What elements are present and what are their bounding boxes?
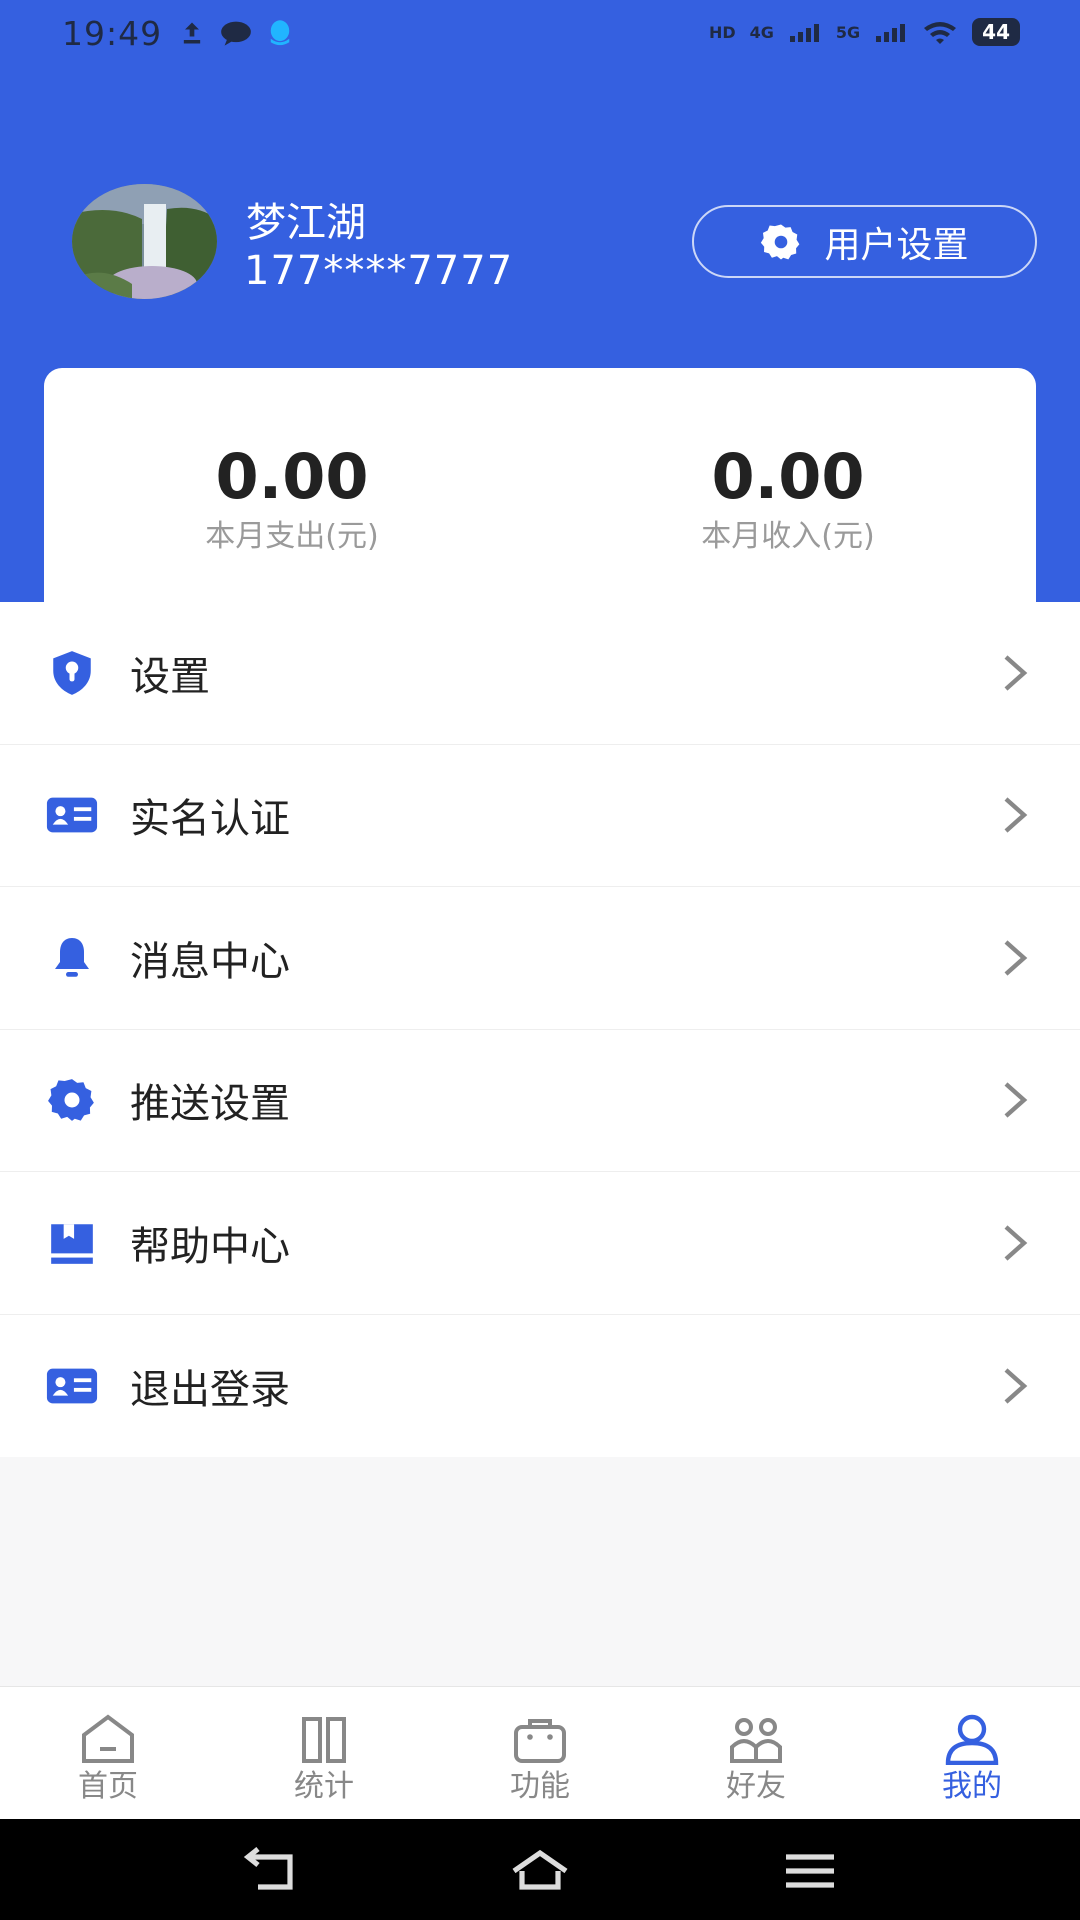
- menu-item-logout[interactable]: 退出登录: [0, 1315, 1080, 1458]
- message-icon: [221, 21, 251, 46]
- columns-icon: [302, 1717, 346, 1763]
- id-card-icon: [44, 1361, 100, 1411]
- monthly-income-label: 本月收入(元): [701, 519, 875, 554]
- user-settings-button[interactable]: 用户设置: [692, 205, 1037, 278]
- signal-icon: [789, 24, 819, 42]
- tab-label: 好友: [726, 1769, 786, 1804]
- user-name: 梦江湖: [246, 200, 366, 246]
- hd-badge: HD: [708, 22, 736, 42]
- bell-icon: [44, 933, 100, 983]
- menu-item-label: 帮助中心: [130, 1223, 290, 1270]
- avatar-waterfall-image: [72, 184, 217, 299]
- back-icon[interactable]: [242, 1847, 302, 1895]
- profile-header: 19:49 HD 4G 5G 44 梦江湖 177****7777 用户设置 0…: [0, 0, 1080, 603]
- book-icon: [44, 1218, 100, 1268]
- menu-item-message-center[interactable]: 消息中心: [0, 887, 1080, 1030]
- tab-label: 统计: [294, 1769, 354, 1804]
- tab-home[interactable]: 首页: [0, 1687, 216, 1819]
- gear-icon: [44, 1075, 100, 1125]
- monthly-stats-card: 0.00 本月支出(元) 0.00 本月收入(元): [44, 368, 1036, 603]
- monthly-expense-value: 0.00: [215, 440, 369, 513]
- friends-icon: [730, 1718, 782, 1763]
- system-navigation-bar: [0, 1819, 1080, 1920]
- home-icon: [82, 1714, 134, 1763]
- menu-item-label: 消息中心: [130, 938, 290, 985]
- tab-label: 功能: [510, 1769, 570, 1804]
- chevron-right-icon: [1004, 940, 1028, 976]
- bottom-tab-bar: 首页 统计 功能 好友 我的: [0, 1686, 1080, 1819]
- menu-list: 设置 实名认证 消息中心 推送设置 帮助中心 退出登录: [0, 602, 1080, 1457]
- avatar[interactable]: [72, 184, 217, 299]
- tab-mine[interactable]: 我的: [864, 1687, 1080, 1819]
- id-card-icon: [44, 790, 100, 840]
- upload-icon: [183, 22, 201, 44]
- user-settings-label: 用户设置: [824, 224, 969, 266]
- wifi-icon: [924, 22, 957, 44]
- status-bar: 19:49 HD 4G 5G 44: [0, 0, 1080, 70]
- menu-item-label: 推送设置: [130, 1081, 290, 1128]
- qq-icon: [270, 20, 290, 46]
- menu-item-label: 实名认证: [130, 796, 290, 843]
- menu-item-help-center[interactable]: 帮助中心: [0, 1172, 1080, 1315]
- bag-icon: [514, 1719, 566, 1763]
- monthly-income-value: 0.00: [711, 440, 865, 513]
- menu-item-real-name-verification[interactable]: 实名认证: [0, 745, 1080, 887]
- notification-icons: [178, 18, 294, 48]
- chevron-right-icon: [1004, 1225, 1028, 1261]
- monthly-expense[interactable]: 0.00 本月支出(元): [44, 368, 540, 603]
- monthly-income[interactable]: 0.00 本月收入(元): [540, 368, 1036, 603]
- battery-indicator: 44: [972, 18, 1020, 46]
- status-time: 19:49: [62, 14, 163, 53]
- menu-item-push-settings[interactable]: 推送设置: [0, 1030, 1080, 1172]
- user-phone: 177****7777: [244, 248, 514, 294]
- tab-label: 我的: [942, 1769, 1002, 1804]
- chevron-right-icon: [1004, 655, 1028, 691]
- menu-nav-icon[interactable]: [780, 1847, 840, 1895]
- 5g-badge: 5G: [835, 22, 861, 42]
- signal-icon: [876, 24, 906, 42]
- tab-label: 首页: [78, 1769, 138, 1804]
- home-nav-icon[interactable]: [510, 1847, 570, 1895]
- system-status-icons: HD 4G 5G 44: [709, 18, 1020, 46]
- menu-item-settings[interactable]: 设置: [0, 602, 1080, 745]
- menu-item-label: 退出登录: [130, 1366, 290, 1413]
- tab-friends[interactable]: 好友: [648, 1687, 864, 1819]
- 4g-badge: 4G: [749, 22, 774, 42]
- tab-functions[interactable]: 功能: [432, 1687, 648, 1819]
- user-icon: [945, 1714, 999, 1765]
- monthly-expense-label: 本月支出(元): [205, 519, 379, 554]
- chevron-right-icon: [1004, 1082, 1028, 1118]
- chevron-right-icon: [1004, 797, 1028, 833]
- shield-icon: [44, 648, 100, 698]
- tab-statistics[interactable]: 统计: [216, 1687, 432, 1819]
- chevron-right-icon: [1004, 1368, 1028, 1404]
- gear-icon: [761, 224, 800, 259]
- menu-item-label: 设置: [130, 653, 210, 700]
